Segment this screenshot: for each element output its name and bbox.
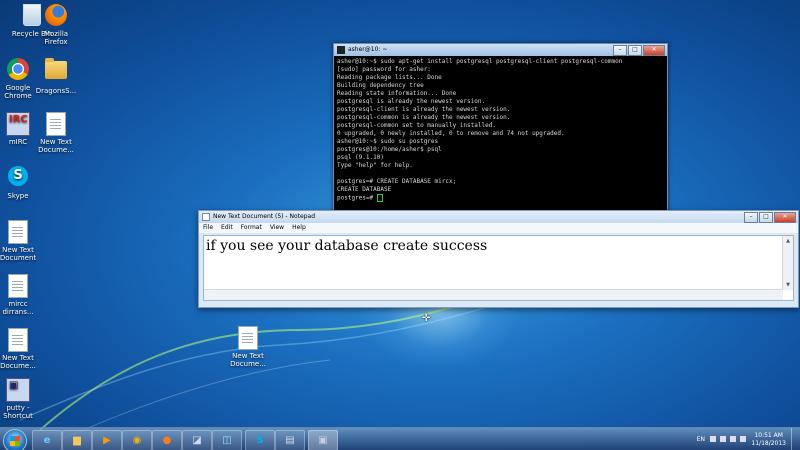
taskbar-notepad[interactable]: ▤ [275,430,305,450]
clock[interactable]: 10:51 AM 11/18/2013 [751,432,786,448]
terminal-line: Type "help" for help. [337,162,413,169]
skype-icon: S [256,435,264,446]
firefox-icon [45,4,67,26]
media-player-icon: ▶ [103,435,111,446]
start-button[interactable] [3,429,27,450]
language-indicator[interactable]: EN [697,436,705,443]
menu-view[interactable]: View [270,223,284,233]
clock-date: 11/18/2013 [751,440,786,447]
notepad-text-area[interactable]: if you see your database create success … [203,235,794,301]
taskbar-ie[interactable]: e [32,430,62,450]
scroll-down-icon[interactable]: ▼ [783,280,793,290]
scroll-up-icon[interactable]: ▲ [783,236,793,246]
skype-shortcut[interactable]: S Skype [0,166,48,200]
close-button[interactable]: ✕ [774,212,796,223]
notepad-menubar: File Edit Format View Help [199,223,798,233]
putty-shortcut[interactable]: ▣ putty - Shortcut [0,378,48,420]
text-document-icon [8,274,28,298]
maximize-button[interactable]: □ [759,212,773,223]
terminal-line: 0 upgraded, 0 newly installed, 0 to remo… [337,130,565,137]
notepad-icon [202,213,210,221]
menu-file[interactable]: File [203,223,213,233]
terminal-output[interactable]: asher@10:~$ sudo apt-get install postgre… [334,56,667,205]
taskbar-explorer[interactable]: ▆ [62,430,92,450]
minimize-button[interactable]: – [744,212,758,223]
terminal-line: postgresql-common set to manually instal… [337,122,496,129]
text-document-icon [8,220,28,244]
terminal-line: postgresql is already the newest version… [337,98,486,105]
folder-icon: ▆ [73,435,81,446]
chrome-icon: ◉ [132,435,142,446]
putty-icon: ▣ [318,435,328,446]
volume-icon[interactable] [740,436,746,442]
terminal-prompt: postgres=# [337,194,664,203]
taskbar: e ▆ ▶ ◉ ● ◪ ◫ S ▤ ▣ EN 10:51 AM 11/18/20… [0,427,800,450]
taskbar-chrome[interactable]: ◉ [122,430,152,450]
terminal-line: asher@10:~$ sudo apt-get install postgre… [337,58,623,65]
text-document-icon [238,326,258,350]
terminal-line: Building dependency tree [337,82,424,89]
mirc-dir-shortcut[interactable]: mircc dirrans... [0,274,48,316]
horizontal-scrollbar[interactable] [204,289,783,300]
taskbar-media-player[interactable]: ▶ [92,430,122,450]
clock-time: 10:51 AM [754,432,783,439]
taskbar-skype[interactable]: S [245,430,275,450]
terminal-line: asher@10:~$ sudo su postgres [337,138,439,145]
new-text-document-2-shortcut[interactable]: New Text Document [0,220,48,262]
text-document-icon [8,328,28,352]
firefox-icon: ● [162,435,172,446]
desktop: Recycle Bin Mozilla Firefox Google Chrom… [0,0,800,450]
notepad-icon: ▤ [285,435,295,446]
terminal-line: CREATE DATABASE [337,186,392,193]
flag-icon[interactable] [720,436,726,442]
notepad-window[interactable]: New Text Document (5) - Notepad – □ ✕ Fi… [198,210,799,308]
taskbar-firefox[interactable]: ● [152,430,182,450]
notepad-title: New Text Document (5) - Notepad [213,213,316,220]
maximize-button[interactable]: □ [628,45,642,56]
menu-help[interactable]: Help [292,223,306,233]
firefox-shortcut[interactable]: Mozilla Firefox [26,4,86,46]
text-cursor-icon [376,194,383,202]
minimize-button[interactable]: – [613,45,627,56]
folder-icon [45,58,67,79]
dragons-folder-shortcut[interactable]: DragonsS... [26,58,86,95]
app-icon: ◫ [222,435,232,446]
notepad-titlebar[interactable]: New Text Document (5) - Notepad – □ ✕ [199,211,798,223]
new-text-document-1-shortcut[interactable]: New Text Docume... [26,112,86,154]
terminal-line: postgresql-common is already the newest … [337,114,511,121]
terminal-titlebar[interactable]: asher@10: ~ – □ ✕ [334,44,667,56]
tray-arrow-icon[interactable] [710,436,716,442]
taskbar-putty[interactable]: ▣ [308,430,338,450]
taskbar-unknown-app[interactable]: ◪ [182,430,212,450]
menu-format[interactable]: Format [241,223,262,233]
terminal-line: psql (9.1.10) [337,154,384,161]
terminal-line: Reading package lists... Done [337,74,442,81]
terminal-line: postgres@10:/home/asher$ psql [337,146,442,153]
terminal-prompt-text: postgres=# [337,194,377,202]
vertical-scrollbar[interactable]: ▲ ▼ [782,236,793,290]
new-text-document-4-shortcut[interactable]: New Text Docume... [218,326,278,368]
terminal-line: postgresql-client is already the newest … [337,106,511,113]
internet-explorer-icon: e [43,435,51,446]
terminal-title: asher@10: ~ [348,46,388,53]
text-document-icon [46,112,66,136]
terminal-line: [sudo] password for asher: [337,66,431,73]
network-icon[interactable] [730,436,736,442]
show-desktop-button[interactable] [791,428,800,450]
terminal-line: postgres=# CREATE DATABASE mircx; [337,178,457,185]
terminal-line: Reading state information... Done [337,90,457,97]
putty-icon: ▣ [6,378,30,402]
new-text-document-3-shortcut[interactable]: New Text Docume... [0,328,48,370]
mouse-cursor-icon: ✛ [422,313,431,324]
terminal-icon [337,46,345,54]
taskbar-app-2[interactable]: ◫ [212,430,242,450]
app-icon: ◪ [192,435,202,446]
close-button[interactable]: ✕ [643,45,665,56]
skype-icon: S [8,166,28,186]
terminal-window[interactable]: asher@10: ~ – □ ✕ asher@10:~$ sudo apt-g… [333,43,668,217]
menu-edit[interactable]: Edit [221,223,233,233]
notepad-content: if you see your database create success [206,238,488,254]
